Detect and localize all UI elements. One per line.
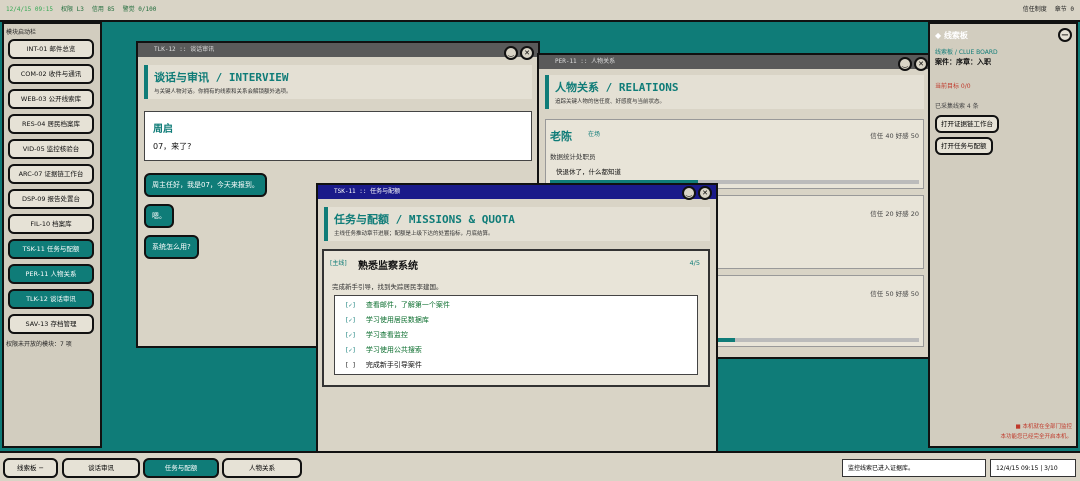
sidebar-item-web-03[interactable]: WEB-03 公开线索库 <box>8 89 94 109</box>
sidebar-item-com-02[interactable]: COM-02 收件与通讯 <box>8 64 94 84</box>
person-card[interactable]: 老陈 在场 信任 40 好感 50 数据统计处职员 快退休了，什么都知道 <box>545 119 924 189</box>
close-icon[interactable]: ✕ <box>698 186 712 200</box>
sidebar-item-vid-05[interactable]: VID-05 监控核验台 <box>8 139 94 159</box>
warning-line: 本功能您已经完全开启本机。 <box>1000 434 1072 440</box>
clue-board-subtitle: 线索板 / CLUE BOARD <box>935 49 998 56</box>
status-message: 监控线索已进入证据库。 <box>842 459 986 477</box>
clue-board-title: ◆ 线索板 <box>935 31 968 40</box>
interview-desc: 与关键人物对话。你拥有的线索和关系会解锁额外选项。 <box>154 89 292 95</box>
monitor-warning: ■ 本机就在全部门监控 本功能您已经完全开启本机。 <box>1000 422 1072 442</box>
open-tasks-button[interactable]: 打开任务与配额 <box>935 137 993 155</box>
sidebar-item-dsp-09[interactable]: DSP-09 报告处置台 <box>8 189 94 209</box>
checkbox-icon: [✓] <box>345 302 356 309</box>
task-label: 完成新手引导案件 <box>365 361 422 369</box>
task-item[interactable]: [ ] 完成新手引导案件 <box>335 358 697 373</box>
minimize-icon[interactable]: ‿ <box>898 57 912 71</box>
interview-heading: 谈话与审讯 / INTERVIEW <box>154 71 289 84</box>
current-goal: 当前目标 0/0 <box>935 83 971 90</box>
checkbox-icon: [✓] <box>345 317 356 324</box>
dialogue-option[interactable]: 系统怎么用? <box>144 235 199 259</box>
mission-card: [主线] 熟悉监察系统 4/5 完成新手引导，找到失踪居民李建国。 [✓] 查看邮… <box>322 249 710 387</box>
speaker-line: 07，来了? <box>153 142 192 151</box>
sidebar-item-tsk-11[interactable]: TSK-11 任务与配额 <box>8 239 94 259</box>
sidebar-item-int-01[interactable]: INT-01 邮件总览 <box>8 39 94 59</box>
taskbar-clock: 12/4/15 09:15 | 3/10 <box>990 459 1076 477</box>
clue-count: 已采集线索 4 条 <box>935 103 979 110</box>
mission-progress: 4/5 <box>689 259 700 267</box>
relations-titlebar[interactable]: PER-11 :: 人物关系 <box>539 55 930 69</box>
taskbar: 线索板 − 谈话审讯 任务与配额 人物关系 监控线索已进入证据库。 12/4/1… <box>0 451 1080 481</box>
speaker-name: 周启 <box>153 124 173 135</box>
module-launcher: 模块启动栏 INT-01 邮件总览 COM-02 收件与通讯 WEB-03 公开线索… <box>2 22 102 448</box>
missions-header: 任务与配额 / MISSIONS & QUOTA 主线任务推动章节进展；配额是上… <box>324 207 710 241</box>
status-bar: 12/4/15 09:15 权限 L3 信用 85 警觉 0/100 信任制度 … <box>0 0 1080 22</box>
dialogue-option[interactable]: 嗯。 <box>144 204 174 228</box>
task-label: 查看邮件，了解第一个案件 <box>365 301 450 309</box>
sidebar-item-fil-10[interactable]: FIL-10 档案库 <box>8 214 94 234</box>
clock-text: 12/4/15 09:15 <box>6 6 53 13</box>
relations-desc: 追踪关键人物的信任度、好感度与当前状态。 <box>555 99 666 105</box>
person-status-badge: 在场 <box>588 131 601 138</box>
trust-system-link[interactable]: 信任制度 <box>1023 0 1047 20</box>
task-list: [✓] 查看邮件，了解第一个案件 [✓] 学习使用居民数据库 [✓] 学习查看监控 [✓] 学… <box>334 295 698 375</box>
missions-window: TSK-11 :: 任务与配额 ‿ ✕ 任务与配额 / MISSIONS & Q… <box>316 183 718 453</box>
taskbar-clue-board[interactable]: 线索板 − <box>3 458 58 478</box>
warning-line: ■ 本机就在全部门监控 <box>1015 424 1072 430</box>
task-item[interactable]: [✓] 学习查看监控 <box>335 328 697 343</box>
alert-text: 警觉 0/100 <box>122 6 157 13</box>
case-name: 案件：序章：入职 <box>935 58 991 66</box>
checkbox-icon: [ ] <box>345 362 356 369</box>
open-evidence-button[interactable]: 打开证据链工作台 <box>935 115 999 133</box>
person-role: 数据统计处职员 <box>550 153 596 161</box>
rank-text: 权限 L3 <box>60 6 84 13</box>
mission-desc: 完成新手引导，找到失踪居民李建国。 <box>332 283 443 291</box>
chapter-text: 章节 0 <box>1054 6 1074 13</box>
taskbar-missions[interactable]: 任务与配额 <box>143 458 219 478</box>
close-icon[interactable]: ✕ <box>914 57 928 71</box>
dialogue-option[interactable]: 周主任好，我是07，今天来报到。 <box>144 173 267 197</box>
taskbar-interview[interactable]: 谈话审讯 <box>62 458 140 478</box>
dialogue-box: 周启 07，来了? <box>144 111 532 161</box>
person-name: 老陈 <box>550 130 572 143</box>
person-stats: 信任 20 好感 20 <box>870 210 919 218</box>
task-item[interactable]: [✓] 学习使用公共搜索 <box>335 343 697 358</box>
minimize-icon[interactable]: ‿ <box>682 186 696 200</box>
task-label: 学习使用居民数据库 <box>365 316 429 324</box>
task-item[interactable]: [✓] 查看邮件，了解第一个案件 <box>335 298 697 313</box>
collapse-button[interactable]: − <box>1058 28 1072 42</box>
missions-desc: 主线任务推动章节进展；配额是上级下达的处置指标，月底结算。 <box>334 231 494 237</box>
missions-titlebar[interactable]: TSK-11 :: 任务与配额 <box>318 185 716 199</box>
sidebar-item-arc-07[interactable]: ARC-07 证据链工作台 <box>8 164 94 184</box>
sidebar-item-res-04[interactable]: RES-04 居民档案库 <box>8 114 94 134</box>
launcher-header: 模块启动栏 <box>6 29 37 36</box>
taskbar-relations[interactable]: 人物关系 <box>222 458 302 478</box>
person-stats: 信任 50 好感 50 <box>870 290 919 298</box>
person-stats: 信任 40 好感 50 <box>870 132 919 140</box>
task-label: 学习使用公共搜索 <box>365 346 422 354</box>
relations-heading: 人物关系 / RELATIONS <box>555 81 679 94</box>
sidebar-item-tlk-12[interactable]: TLK-12 谈话审讯 <box>8 289 94 309</box>
sidebar-item-sav-13[interactable]: SAV-13 存档管理 <box>8 314 94 334</box>
task-label: 学习查看监控 <box>365 331 408 339</box>
checkbox-icon: [✓] <box>345 347 356 354</box>
close-icon[interactable]: ✕ <box>520 46 534 60</box>
mission-tag: [主线] <box>330 260 347 267</box>
interview-titlebar[interactable]: TLK-12 :: 谈话审讯 <box>138 43 538 57</box>
task-item[interactable]: [✓] 学习使用居民数据库 <box>335 313 697 328</box>
missions-heading: 任务与配额 / MISSIONS & QUOTA <box>334 213 515 226</box>
mission-name: 熟悉监察系统 <box>358 261 418 272</box>
sidebar-item-per-11[interactable]: PER-11 人物关系 <box>8 264 94 284</box>
person-quote: 快退休了，什么都知道 <box>556 168 621 176</box>
credit-text: 信用 85 <box>91 6 115 13</box>
checkbox-icon: [✓] <box>345 332 356 339</box>
interview-header: 谈话与审讯 / INTERVIEW 与关键人物对话。你拥有的线索和关系会解锁额外… <box>144 65 532 99</box>
minimize-icon[interactable]: ‿ <box>504 46 518 60</box>
clue-board-panel: ◆ 线索板 − 线索板 / CLUE BOARD 案件：序章：入职 当前目标 0… <box>928 22 1078 448</box>
relations-header: 人物关系 / RELATIONS 追踪关键人物的信任度、好感度与当前状态。 <box>545 75 924 109</box>
launcher-footer: 权限未开放的模块：7 项 <box>6 341 72 348</box>
